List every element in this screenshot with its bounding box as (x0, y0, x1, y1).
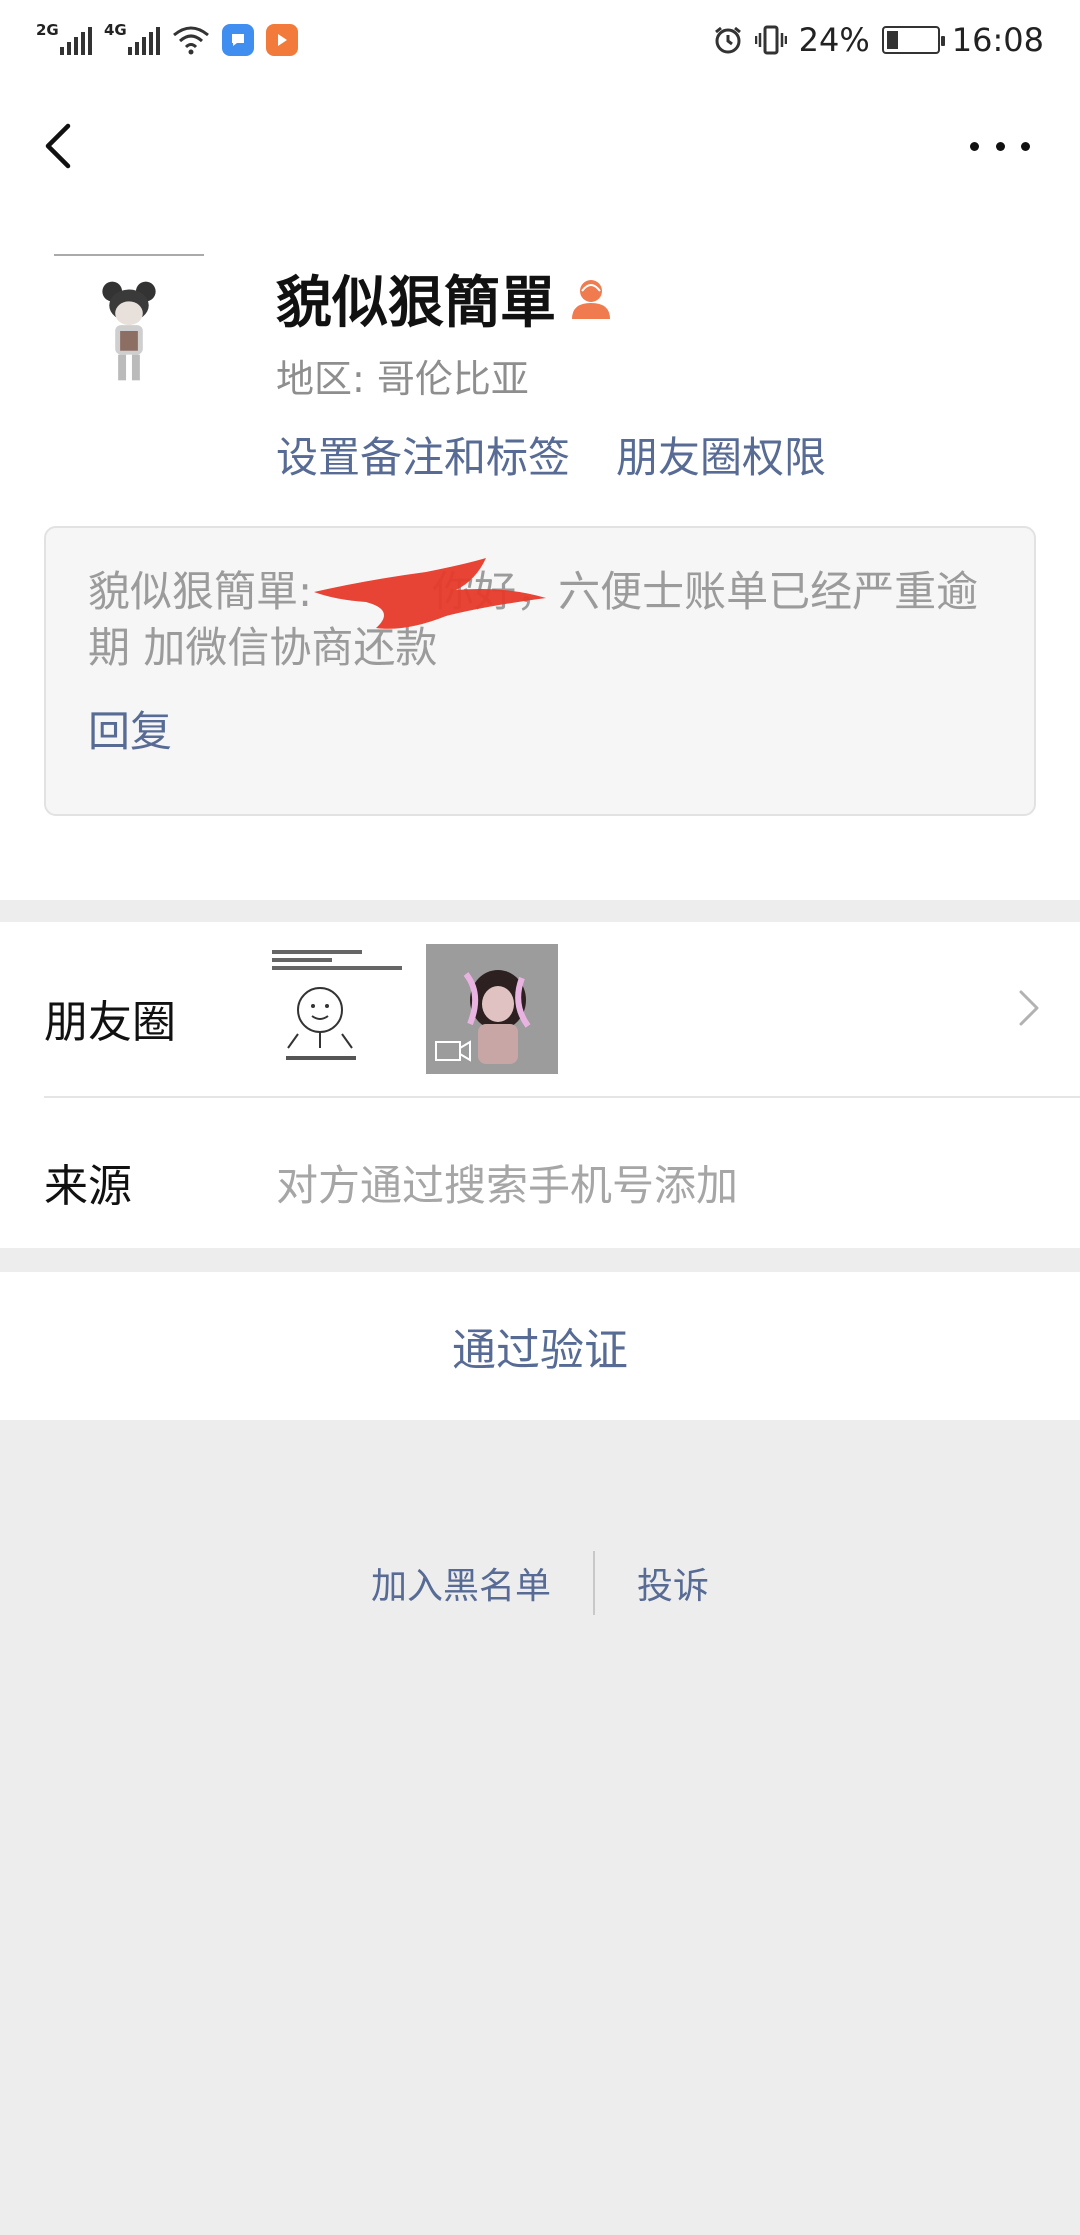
message-sender: 貌似狠簡單: (88, 567, 313, 616)
moments-permission-link[interactable]: 朋友圈权限 (616, 424, 826, 485)
source-label: 来源 (44, 1161, 132, 1212)
moments-thumbnail (268, 944, 410, 1074)
navigation-bar (0, 80, 1080, 210)
approve-button[interactable]: 通过验证 (0, 1272, 1080, 1420)
vibrate-icon (754, 25, 787, 55)
app-notification-icon (222, 24, 254, 56)
region-label: 地区: 哥伦比亚 (276, 357, 529, 401)
moments-row[interactable]: 朋友圈 (0, 922, 1080, 1096)
chevron-right-icon (1019, 990, 1039, 1026)
profile-links: 设置备注和标签 朋友圈权限 (276, 424, 826, 485)
video-app-icon (266, 24, 298, 56)
signal-icon: 4G (104, 21, 160, 55)
person-icon (572, 279, 610, 319)
network-gen-label: 4G (104, 21, 127, 39)
approve-button-label: 通过验证 (452, 1325, 628, 1376)
add-to-blacklist-link[interactable]: 加入黑名单 (329, 1557, 593, 1609)
signal-icon: 2G (36, 21, 92, 55)
report-link[interactable]: 投诉 (595, 1557, 751, 1609)
moments-label: 朋友圈 (44, 997, 176, 1048)
contact-verify-page: 2G 4G 24% 16:08 貌似狠簡單 地区: 哥伦比亚 设置备注和标签 朋… (0, 0, 1080, 2235)
status-bar: 2G 4G 24% 16:08 (0, 0, 1080, 80)
more-dots-icon[interactable] (970, 138, 1030, 154)
battery-percent: 24% (798, 21, 870, 59)
verification-message-box: 貌似狠簡單: 你好，六便士账单已经严重逾期 加微信协商还款 回复 (44, 526, 1036, 816)
wifi-icon (173, 26, 209, 55)
set-remark-link[interactable]: 设置备注和标签 (276, 424, 570, 485)
info-list: 朋友圈 来源 对方通过搜索手机号添加 (0, 922, 1080, 1248)
alarm-icon (714, 26, 741, 54)
source-row: 来源 对方通过搜索手机号添加 (0, 1098, 1080, 1248)
source-value: 对方通过搜索手机号添加 (276, 1161, 739, 1210)
battery-icon (881, 26, 945, 54)
name-row: 貌似狠簡單 (276, 258, 612, 339)
profile-card: 貌似狠簡單 地区: 哥伦比亚 设置备注和标签 朋友圈权限 貌似狠簡單: 你好，六便… (0, 210, 1080, 900)
bottom-links: 加入黑名单 投诉 (0, 1548, 1080, 1618)
network-gen-label: 2G (36, 21, 59, 39)
status-time: 16:08 (951, 21, 1044, 59)
reply-link[interactable]: 回复 (88, 698, 992, 759)
avatar[interactable] (54, 254, 204, 404)
contact-name: 貌似狠簡單 (276, 271, 556, 336)
chevron-left-icon[interactable] (36, 116, 86, 176)
redaction-mark (314, 558, 546, 629)
moments-video-thumbnail (426, 944, 558, 1074)
